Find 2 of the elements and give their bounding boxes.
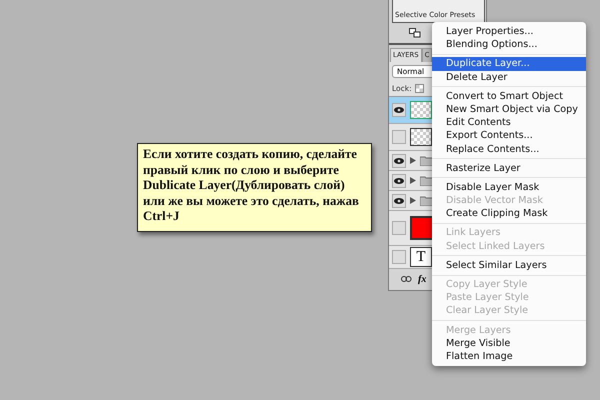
- callout-note: Если хотите создать копию, сделайте правый клик по слою и выберите Dublicate Layer(Дублировать слой) или же вы можете это сделать, нажав Ctrl+J: [137, 143, 372, 232]
- text-layer-thumbnail: T: [410, 247, 432, 267]
